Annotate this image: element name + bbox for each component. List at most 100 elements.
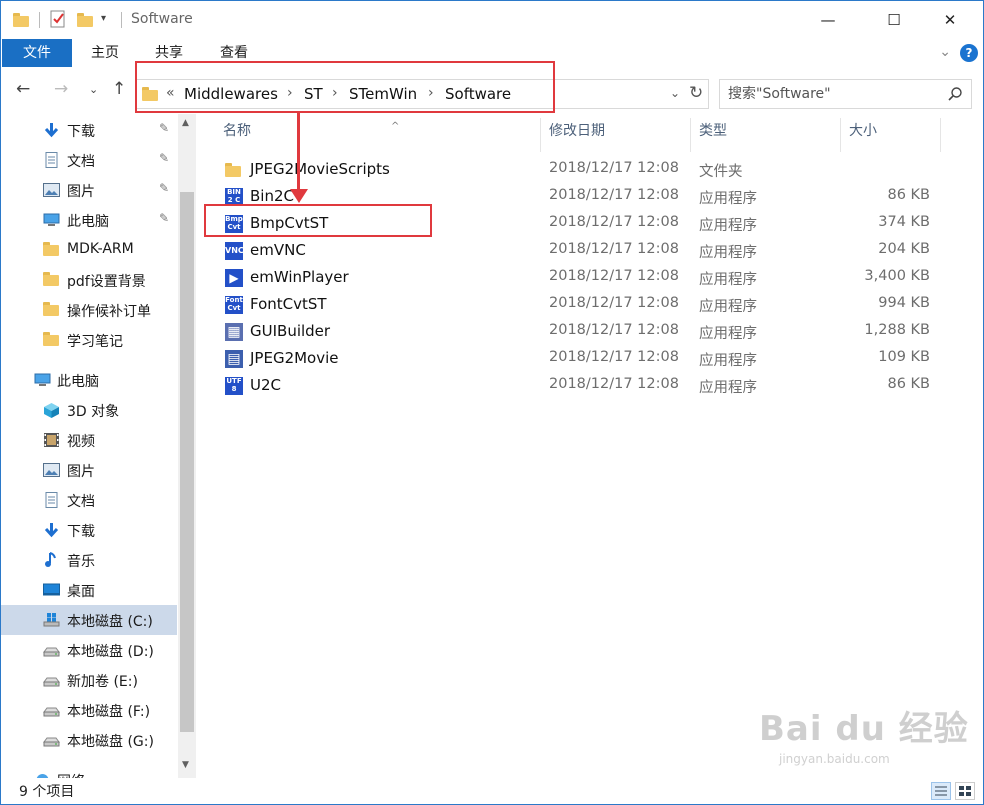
refresh-icon[interactable]: ↻ [689, 83, 703, 103]
drive-icon [43, 647, 60, 657]
video-icon [44, 433, 59, 447]
sidebar-item-drive-c[interactable]: 本地磁盘 (C:) [1, 605, 177, 635]
scroll-up-icon[interactable]: ▲ [182, 118, 189, 128]
sidebar-item-waitlist-orders[interactable]: 操作候补订单 [1, 295, 177, 325]
sidebar-item-label: 本地磁盘 (C:) [67, 614, 153, 630]
sidebar-item-videos[interactable]: 视频 [1, 425, 177, 455]
details-view-icon[interactable] [931, 782, 951, 800]
sidebar-item-documents[interactable]: 文档 ✎ [1, 145, 177, 175]
title-bar: ▾ Software — ☐ ✕ [1, 1, 983, 39]
sidebar-item-pdf-background[interactable]: pdf设置背景 [1, 265, 177, 295]
file-row-emwinplayer[interactable]: ▶ emWinPlayer 2018/12/17 12:08 应用程序 3,40… [219, 264, 939, 291]
sidebar-item-label: 本地磁盘 (D:) [67, 644, 154, 660]
minimize-button[interactable]: — [805, 1, 851, 39]
expand-ribbon-icon[interactable]: ⌄ [939, 44, 951, 60]
pin-icon[interactable]: ✎ [159, 151, 169, 165]
tab-home[interactable]: 主页 [77, 39, 133, 67]
close-button[interactable]: ✕ [927, 1, 973, 39]
scroll-down-icon[interactable]: ▼ [182, 760, 189, 770]
maximize-button[interactable]: ☐ [871, 1, 917, 39]
document-icon [45, 152, 58, 168]
sidebar-item-this-pc[interactable]: 此电脑 [1, 365, 177, 395]
file-name: emVNC [250, 241, 306, 259]
file-size: 994 KB [878, 295, 930, 311]
sidebar-item-music[interactable]: 音乐 [1, 545, 177, 575]
new-folder-icon[interactable] [77, 10, 93, 30]
sidebar-item-downloads-pc[interactable]: 下载 [1, 515, 177, 545]
sidebar-scrollbar[interactable]: ▲ ▼ [178, 114, 196, 778]
help-icon[interactable]: ? [960, 44, 978, 62]
file-date: 2018/12/17 12:08 [549, 268, 679, 284]
sidebar-item-desktop[interactable]: 桌面 [1, 575, 177, 605]
column-header-name[interactable]: 名称 ^ [215, 118, 541, 152]
sidebar-item-drive-e[interactable]: 新加卷 (E:) [1, 665, 177, 695]
customize-toolbar-icon[interactable]: ▾ [101, 13, 106, 33]
file-date: 2018/12/17 12:08 [549, 214, 679, 230]
download-icon [44, 123, 59, 138]
file-date: 2018/12/17 12:08 [549, 295, 679, 311]
file-date: 2018/12/17 12:08 [549, 376, 679, 392]
sidebar-item-label: 下载 [67, 524, 95, 540]
pin-icon[interactable]: ✎ [159, 181, 169, 195]
sidebar-item-study-notes[interactable]: 学习笔记 [1, 325, 177, 355]
column-header-date[interactable]: 修改日期 [541, 118, 691, 152]
sidebar-item-label: MDK-ARM [67, 241, 134, 257]
music-icon [45, 552, 56, 567]
address-dropdown-icon[interactable]: ⌄ [670, 86, 680, 100]
forward-icon[interactable]: → [54, 79, 68, 99]
search-input[interactable] [720, 80, 940, 108]
sidebar-item-pictures[interactable]: 图片 ✎ [1, 175, 177, 205]
sidebar-item-label: 此电脑 [67, 214, 109, 230]
tab-file[interactable]: 文件 [2, 39, 72, 67]
back-icon[interactable]: ← [16, 79, 30, 99]
sidebar-item-pictures-pc[interactable]: 图片 [1, 455, 177, 485]
sidebar-item-mdk-arm[interactable]: MDK-ARM [1, 235, 177, 265]
sidebar-item-drive-f[interactable]: 本地磁盘 (F:) [1, 695, 177, 725]
sidebar-item-drive-d[interactable]: 本地磁盘 (D:) [1, 635, 177, 665]
annotation-arrow [297, 113, 300, 193]
address-highlight-box [135, 61, 555, 113]
column-header-size[interactable]: 大小 [841, 118, 941, 152]
file-date: 2018/12/17 12:08 [549, 187, 679, 203]
search-box[interactable] [719, 79, 972, 109]
file-size: 204 KB [878, 241, 930, 257]
computer-icon [34, 373, 51, 386]
properties-icon[interactable] [49, 10, 67, 30]
sidebar-item-3d-objects[interactable]: 3D 对象 [1, 395, 177, 425]
column-header-type[interactable]: 类型 [691, 118, 841, 152]
sidebar-item-label: 学习笔记 [67, 334, 123, 350]
sidebar-item-documents-pc[interactable]: 文档 [1, 485, 177, 515]
scrollbar-thumb[interactable] [180, 192, 194, 732]
file-date: 2018/12/17 12:08 [549, 322, 679, 338]
recent-locations-icon[interactable]: ⌄ [89, 83, 98, 96]
sidebar-item-downloads[interactable]: 下载 ✎ [1, 115, 177, 145]
folder-icon [43, 332, 60, 348]
sidebar-item-drive-g[interactable]: 本地磁盘 (G:) [1, 725, 177, 755]
file-type: 应用程序 [699, 272, 757, 288]
sidebar-item-this-pc-pinned[interactable]: 此电脑 ✎ [1, 205, 177, 235]
file-name: JPEG2MovieScripts [250, 160, 390, 178]
file-date: 2018/12/17 12:08 [549, 241, 679, 257]
file-row-emvnc[interactable]: VNC emVNC 2018/12/17 12:08 应用程序 204 KB [219, 237, 939, 264]
file-row-jpeg2movie[interactable]: ▤ JPEG2Movie 2018/12/17 12:08 应用程序 109 K… [219, 345, 939, 372]
sidebar-item-network[interactable]: 网络 [1, 765, 177, 778]
pin-icon[interactable]: ✎ [159, 121, 169, 135]
up-icon[interactable]: ↑ [112, 79, 126, 99]
drive-icon [43, 677, 60, 687]
file-row-jpeg2moviescripts[interactable]: JPEG2MovieScripts 2018/12/17 12:08 文件夹 [219, 156, 939, 183]
folder-icon [43, 242, 60, 258]
baidu-watermark-logo: Bai du 经验 [759, 709, 969, 749]
file-row-guibuilder[interactable]: ▦ GUIBuilder 2018/12/17 12:08 应用程序 1,288… [219, 318, 939, 345]
download-icon [44, 523, 59, 538]
file-row-u2c[interactable]: UTF 8 U2C 2018/12/17 12:08 应用程序 86 KB [219, 372, 939, 399]
large-icons-view-icon[interactable] [955, 782, 975, 800]
computer-icon [43, 213, 60, 226]
file-size: 86 KB [887, 376, 930, 392]
divider [121, 12, 122, 28]
pin-icon[interactable]: ✎ [159, 211, 169, 225]
sidebar-item-label: 图片 [67, 464, 95, 480]
file-type: 应用程序 [699, 218, 757, 234]
file-row-fontcvtst[interactable]: Font Cvt FontCvtST 2018/12/17 12:08 应用程序… [219, 291, 939, 318]
folder-icon [43, 302, 60, 318]
search-icon[interactable] [948, 87, 962, 101]
